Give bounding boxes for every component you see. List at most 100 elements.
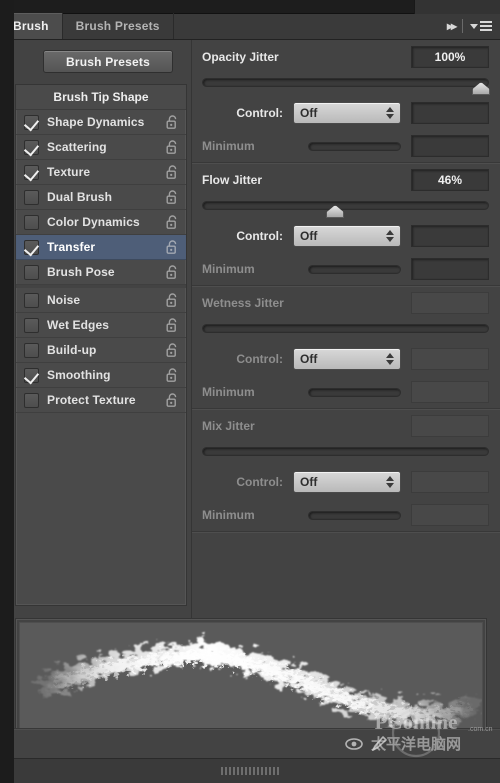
- tab-brush-presets-label: Brush Presets: [75, 19, 160, 33]
- chevron-down-icon: [470, 23, 478, 29]
- brush-option-checkbox[interactable]: [24, 367, 39, 383]
- brush-option-row[interactable]: Shape Dynamics: [16, 110, 186, 135]
- brush-option-row[interactable]: Protect Texture: [16, 388, 186, 413]
- jitter-header-row: Flow Jitter 46%: [192, 163, 500, 197]
- control-value-field[interactable]: [411, 225, 489, 247]
- jitter-value-field[interactable]: [411, 292, 489, 314]
- jitter-slider-row[interactable]: [192, 74, 500, 96]
- brush-option-checkbox[interactable]: [24, 392, 39, 408]
- control-dropdown-value: Off: [300, 229, 318, 243]
- brush-option-label: Noise: [47, 293, 81, 307]
- brush-tip-shape-label: Brush Tip Shape: [53, 90, 149, 104]
- jitter-slider-row[interactable]: [192, 443, 500, 465]
- minimum-slider-track[interactable]: [308, 141, 401, 151]
- unlocked-padlock-icon[interactable]: [166, 190, 179, 204]
- jitter-slider-track[interactable]: [202, 201, 489, 210]
- unlocked-padlock-icon[interactable]: [166, 318, 179, 332]
- control-label: Control:: [236, 106, 283, 120]
- resize-grip[interactable]: [221, 767, 279, 775]
- minimum-label: Minimum: [202, 508, 255, 522]
- brush-option-row[interactable]: Scattering: [16, 135, 186, 160]
- control-dropdown[interactable]: Off: [293, 471, 401, 493]
- unlocked-padlock-icon[interactable]: [166, 215, 179, 229]
- unlocked-padlock-icon[interactable]: [166, 293, 179, 307]
- panel-tab-bar: Brush Brush Presets ▸▸: [0, 13, 500, 40]
- control-label: Control:: [236, 229, 283, 243]
- brush-option-checkbox[interactable]: [24, 139, 39, 155]
- control-value-field[interactable]: [411, 348, 489, 370]
- brush-preview-toggle-icon[interactable]: [345, 735, 367, 753]
- brush-option-row[interactable]: Wet Edges: [16, 313, 186, 338]
- unlocked-padlock-icon[interactable]: [166, 240, 179, 254]
- jitter-section: Mix Jitter Control: Off Minimum: [192, 409, 500, 532]
- brush-option-checkbox[interactable]: [24, 214, 39, 230]
- footer-icons: [345, 735, 388, 753]
- jitter-slider-row[interactable]: [192, 320, 500, 342]
- control-value-field[interactable]: [411, 471, 489, 493]
- minimum-slider-track[interactable]: [308, 510, 401, 520]
- brush-option-row[interactable]: Smoothing: [16, 363, 186, 388]
- minimum-slider-track[interactable]: [308, 387, 401, 397]
- brush-option-row[interactable]: Build-up: [16, 338, 186, 363]
- minimum-slider-track[interactable]: [308, 264, 401, 274]
- brush-option-checkbox[interactable]: [24, 342, 39, 358]
- brush-option-label: Protect Texture: [47, 393, 136, 407]
- brush-option-checkbox[interactable]: [24, 189, 39, 205]
- brush-tip-shape-header[interactable]: Brush Tip Shape: [16, 85, 186, 110]
- minimum-value-field[interactable]: [411, 258, 489, 280]
- brush-option-label: Brush Pose: [47, 265, 115, 279]
- jitter-value-field[interactable]: 100%: [411, 46, 489, 68]
- brush-option-row[interactable]: Texture: [16, 160, 186, 185]
- brush-option-row[interactable]: Transfer: [16, 235, 186, 260]
- minimum-value-field[interactable]: [411, 135, 489, 157]
- unlocked-padlock-icon[interactable]: [166, 368, 179, 382]
- brush-option-checkbox[interactable]: [24, 114, 39, 130]
- stepper-arrows-icon[interactable]: [386, 107, 394, 119]
- control-dropdown[interactable]: Off: [293, 348, 401, 370]
- minimum-row: Minimum: [192, 376, 500, 408]
- new-brush-icon[interactable]: [370, 735, 388, 753]
- window-left-edge: [0, 0, 14, 783]
- brush-option-checkbox[interactable]: [24, 264, 39, 280]
- tab-brush-presets[interactable]: Brush Presets: [63, 13, 174, 39]
- control-label: Control:: [236, 475, 283, 489]
- top-strip-right-block: [414, 0, 500, 14]
- brush-option-checkbox[interactable]: [24, 239, 39, 255]
- jitter-slider-track[interactable]: [202, 447, 489, 456]
- brush-option-checkbox[interactable]: [24, 317, 39, 333]
- panel-menu-icon[interactable]: [470, 21, 492, 31]
- minimum-value-field[interactable]: [411, 381, 489, 403]
- brush-presets-button[interactable]: Brush Presets: [43, 50, 173, 73]
- control-dropdown[interactable]: Off: [293, 225, 401, 247]
- control-dropdown[interactable]: Off: [293, 102, 401, 124]
- stepper-arrows-icon[interactable]: [386, 476, 394, 488]
- stepper-arrows-icon[interactable]: [386, 230, 394, 242]
- unlocked-padlock-icon[interactable]: [166, 140, 179, 154]
- jitter-value-field[interactable]: [411, 415, 489, 437]
- jitter-slider-track[interactable]: [202, 78, 489, 87]
- unlocked-padlock-icon[interactable]: [166, 393, 179, 407]
- brush-option-label: Smoothing: [47, 368, 111, 382]
- jitter-title: Flow Jitter: [202, 173, 263, 187]
- double-chevron-right-icon[interactable]: ▸▸: [447, 19, 457, 33]
- brush-option-row[interactable]: Color Dynamics: [16, 210, 186, 235]
- minimum-value-field[interactable]: [411, 504, 489, 526]
- brush-option-row[interactable]: Noise: [16, 285, 186, 313]
- stepper-arrows-icon[interactable]: [386, 353, 394, 365]
- brush-option-row[interactable]: Brush Pose: [16, 260, 186, 285]
- jitter-slider-track[interactable]: [202, 324, 489, 333]
- jitter-value-field[interactable]: 46%: [411, 169, 489, 191]
- tab-brush-label: Brush: [13, 19, 49, 33]
- brush-option-checkbox[interactable]: [24, 292, 39, 308]
- unlocked-padlock-icon[interactable]: [166, 265, 179, 279]
- svg-text:.com.cn: .com.cn: [468, 726, 493, 733]
- control-value-field[interactable]: [411, 102, 489, 124]
- unlocked-padlock-icon[interactable]: [166, 343, 179, 357]
- panel-body: Brush Presets Brush Tip Shape Shape Dyna…: [0, 40, 500, 766]
- unlocked-padlock-icon[interactable]: [166, 115, 179, 129]
- brush-option-checkbox[interactable]: [24, 164, 39, 180]
- brush-option-row[interactable]: Dual Brush: [16, 185, 186, 210]
- control-row: Control: Off: [192, 465, 500, 499]
- jitter-slider-row[interactable]: [192, 197, 500, 219]
- unlocked-padlock-icon[interactable]: [166, 165, 179, 179]
